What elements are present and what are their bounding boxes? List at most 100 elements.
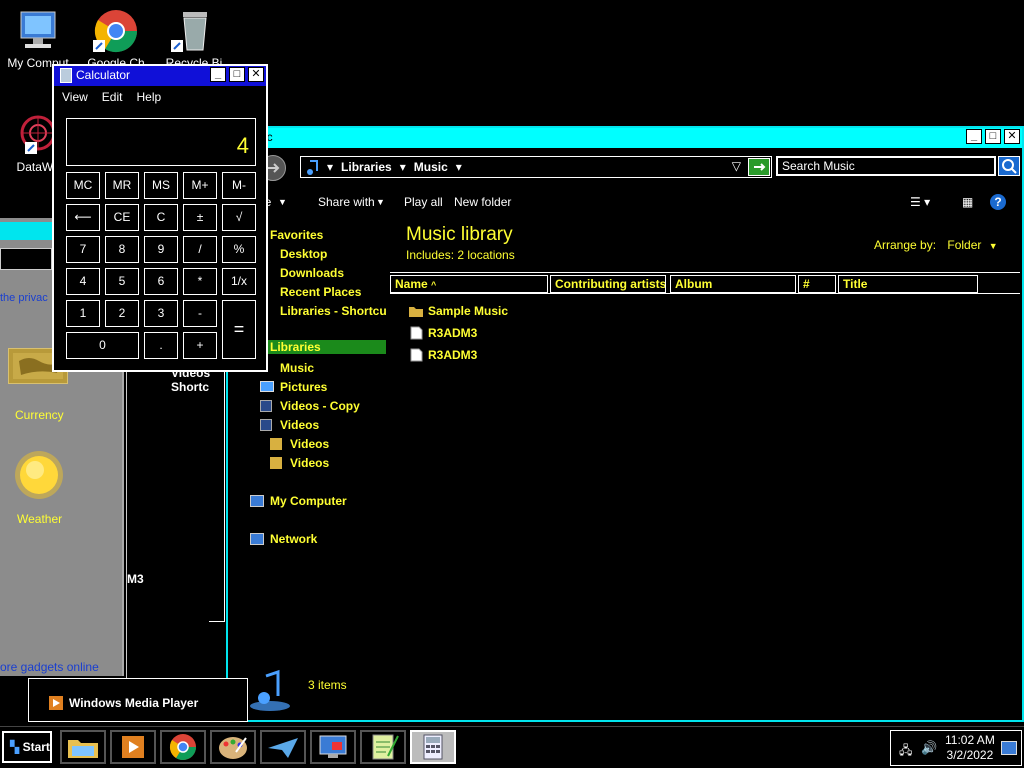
view-options-icon[interactable]: ☰ ▾ [910,195,930,209]
desktop-icon-my-computer[interactable]: My Comput [0,8,76,70]
calculator-titlebar[interactable]: Calculator _ □ ✕ [54,66,266,86]
nav-recent-places[interactable]: Recent Places [280,285,361,299]
key-reciprocal[interactable]: 1/x [222,268,256,295]
taskbar-remote-desktop-button[interactable] [310,730,356,764]
taskbar-chrome-button[interactable] [160,730,206,764]
key-percent[interactable]: % [222,236,256,263]
column-title[interactable]: Title [838,275,978,293]
key-2[interactable]: 2 [105,300,139,327]
key-4[interactable]: 4 [66,268,100,295]
key-multiply[interactable]: * [183,268,217,295]
nav-pictures[interactable]: Pictures [280,380,327,394]
list-item[interactable]: Sample Music [408,304,508,318]
key-m-plus[interactable]: M+ [183,172,217,199]
search-button[interactable] [998,156,1020,176]
key-ce[interactable]: CE [105,204,139,231]
taskbar-calculator-button[interactable] [410,730,456,764]
column-number[interactable]: # [798,275,836,293]
search-input[interactable]: Search Music [776,156,996,176]
nav-videos-sub[interactable]: Videos [290,437,329,451]
nav-my-computer[interactable]: My Computer [270,494,347,508]
minimize-button[interactable]: _ [966,129,982,144]
nav-videos-copy[interactable]: Videos - Copy [280,399,360,413]
column-name[interactable]: Name ^ [390,275,548,293]
key-sqrt[interactable]: √ [222,204,256,231]
arrange-by[interactable]: Arrange by: Folder ▼ [874,238,998,252]
key-0[interactable]: 0 [66,332,139,359]
key-5[interactable]: 5 [105,268,139,295]
explorer-titlebar[interactable]: sic _ □ ✕ [228,128,1022,148]
nav-network[interactable]: Network [270,532,317,546]
breadcrumb-libraries[interactable]: Libraries [341,160,392,174]
refresh-button[interactable] [748,158,770,176]
key-m-minus[interactable]: M- [222,172,256,199]
organize-chevron-icon[interactable]: ▼ [278,197,287,207]
share-with-button[interactable]: Share with [318,195,375,209]
close-button[interactable]: ✕ [248,67,264,82]
clock[interactable]: 11:02 AM 3/2/2022 [945,733,995,763]
nav-libraries[interactable]: Libraries [268,340,386,354]
key-mc[interactable]: MC [66,172,100,199]
taskbar-explorer-button[interactable] [60,730,106,764]
key-subtract[interactable]: - [183,300,217,327]
nav-videos[interactable]: Videos [280,418,319,432]
show-desktop-button[interactable] [1001,741,1017,755]
menu-edit[interactable]: Edit [102,90,123,104]
key-mr[interactable]: MR [105,172,139,199]
more-gadgets-link[interactable]: ore gadgets online [0,660,99,674]
key-divide[interactable]: / [183,236,217,263]
key-3[interactable]: 3 [144,300,178,327]
maximize-button[interactable]: □ [229,67,245,82]
close-button[interactable]: ✕ [1004,129,1020,144]
share-chevron-icon[interactable]: ▼ [376,197,385,207]
key-ms[interactable]: MS [144,172,178,199]
library-includes[interactable]: Includes: 2 locations [406,248,515,262]
volume-icon[interactable]: 🔊 [921,740,937,756]
key-7[interactable]: 7 [66,236,100,263]
key-add[interactable]: + [183,332,217,359]
key-c[interactable]: C [144,204,178,231]
taskbar-app-button[interactable] [260,730,306,764]
breadcrumb-music[interactable]: Music [414,160,448,174]
nav-desktop[interactable]: Desktop [280,247,327,261]
key-8[interactable]: 8 [105,236,139,263]
key-1[interactable]: 1 [66,300,100,327]
help-icon[interactable]: ? [990,194,1006,210]
arrange-value[interactable]: Folder [947,238,981,252]
nav-favorites[interactable]: Favorites [270,228,323,242]
address-dropdown-icon[interactable]: ▽ [732,159,741,173]
key-6[interactable]: 6 [144,268,178,295]
key-decimal[interactable]: . [144,332,178,359]
search-icon [1002,159,1017,174]
preview-pane-icon[interactable]: ▦ [962,195,973,209]
key-backspace[interactable]: ⟵ [66,204,100,231]
play-all-button[interactable]: Play all [404,195,443,209]
taskbar-paint-button[interactable] [210,730,256,764]
weather-gadget[interactable] [10,446,68,504]
start-button[interactable]: ▚ Start [2,731,52,763]
key-plus-minus[interactable]: ± [183,204,217,231]
list-item[interactable]: R3ADM3 [408,348,477,362]
list-item[interactable]: R3ADM3 [408,326,477,340]
privacy-link[interactable]: the privac [0,292,48,304]
address-bar[interactable]: ▾ Libraries ▾ Music ▾ ▽ [300,156,772,178]
new-folder-button[interactable]: New folder [454,195,511,209]
nav-downloads[interactable]: Downloads [280,266,344,280]
gadget-input[interactable] [0,248,52,270]
column-album[interactable]: Album [670,275,796,293]
network-icon[interactable]: 🖧 [899,741,912,762]
key-9[interactable]: 9 [144,236,178,263]
nav-videos-sub[interactable]: Videos [290,456,329,470]
taskbar-media-player-button[interactable] [110,730,156,764]
nav-music[interactable]: Music [280,361,314,375]
menu-view[interactable]: View [62,90,88,104]
desktop-icon-chrome[interactable]: Google Ch [78,8,154,70]
menu-help[interactable]: Help [136,90,161,104]
maximize-button[interactable]: □ [985,129,1001,144]
desktop-icon-recycle-bin[interactable]: Recycle Bi [156,8,232,70]
key-equals[interactable]: = [222,300,256,359]
minimize-button[interactable]: _ [210,67,226,82]
column-contributing-artists[interactable]: Contributing artists [550,275,666,293]
taskbar-editor-button[interactable] [360,730,406,764]
nav-libraries-shortcut[interactable]: Libraries - Shortcut [280,304,386,318]
